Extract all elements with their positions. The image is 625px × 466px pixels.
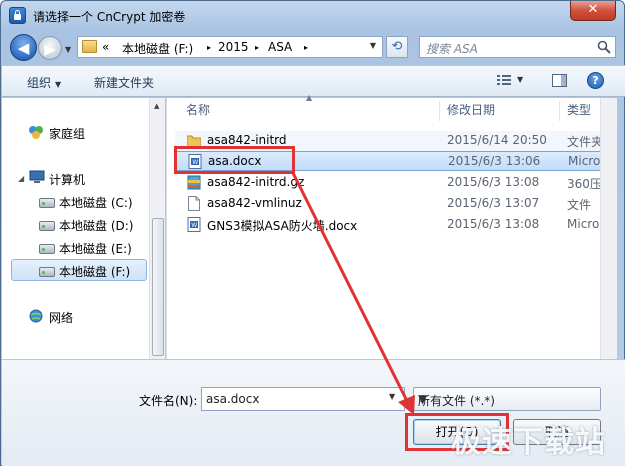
nav-item-drive-d[interactable]: 本地磁盘 (D:) [59,217,133,234]
back-arrow-icon: ◀ [17,39,30,57]
title-bar: 请选择一个 CnCrypt 加密卷 ✕ [1,1,624,31]
navigation-scrollbar[interactable]: ▲ [149,98,165,359]
view-dropdown-icon[interactable]: ▼ [517,75,523,84]
file-date: 2015/6/3 13:08 [447,175,540,189]
breadcrumb-drive-f[interactable]: 本地磁盘 (F:) [122,40,193,57]
column-header-type[interactable]: 类型 [567,101,591,118]
nav-item-computer[interactable]: 计算机 [49,171,85,188]
watermark: 极速下载站 [451,425,606,460]
command-toolbar: 组织 ▼ 新建文件夹 ▼ ? [2,65,625,97]
network-icon [29,309,43,323]
drive-d-icon [39,221,55,231]
drive-f-icon [39,267,55,277]
nav-item-drive-e[interactable]: 本地磁盘 (E:) [59,240,132,257]
breadcrumb-2015[interactable]: 2015 [218,40,249,54]
file-open-dialog: 请选择一个 CnCrypt 加密卷 ✕ ◀ ▶ ▼ « 本地磁盘 (F:) ▸ … [0,0,625,466]
nav-item-drive-f[interactable]: 本地磁盘 (F:) [59,263,130,280]
view-options-icon[interactable] [497,74,511,87]
column-divider[interactable] [439,101,440,121]
close-button[interactable]: ✕ [570,1,616,21]
file-list-scrollbar[interactable] [600,98,617,359]
computer-icon [29,170,45,183]
chevron-down-icon: ▼ [55,80,62,89]
nav-item-homegroup[interactable]: 家庭组 [49,125,85,142]
preview-pane-icon[interactable] [552,74,567,87]
address-bar[interactable]: « 本地磁盘 (F:) ▸ 2015 ▸ ASA ▸ ▼ [77,36,383,58]
history-dropdown-icon[interactable]: ▼ [65,45,71,54]
back-button[interactable]: ◀ [10,34,37,61]
file-name: asa842-vmlinuz [207,196,302,210]
word-document-icon: W [187,217,201,232]
breadcrumb-separator-icon[interactable]: ▸ [255,43,259,52]
scroll-up-icon[interactable]: ▲ [154,102,159,110]
folder-icon [82,40,97,53]
file-row-asa842-initrd-gz[interactable]: asa842-initrd.gz 2015/6/3 13:08 360压缩 [175,173,615,193]
file-date: 2015/6/3 13:08 [447,217,540,231]
column-header-date[interactable]: 修改日期 [447,101,495,118]
annotation-highlight-file [174,146,295,174]
svg-text:W: W [191,222,197,229]
file-date: 2015/6/3 13:06 [448,154,541,168]
refresh-button[interactable]: ⟲ [386,36,408,58]
file-name: asa842-initrd [207,133,287,147]
breadcrumb-separator-icon[interactable]: ▸ [304,43,308,52]
breadcrumb-overflow[interactable]: « [102,40,109,54]
drive-e-icon [39,244,55,254]
search-placeholder: 搜索 ASA [426,42,478,56]
chevron-down-icon: ▼ [418,392,428,406]
file-type-filter-select[interactable]: 所有文件 (*.*) ▼ [413,387,601,411]
filename-value: asa.docx [206,392,260,406]
breadcrumb-asa[interactable]: ASA [268,40,292,54]
file-icon [188,196,200,211]
search-box[interactable]: 搜索 ASA [419,36,616,58]
organize-menu[interactable]: 组织 ▼ [27,74,61,91]
filename-input[interactable]: asa.docx [201,387,405,411]
file-date: 2015/6/14 20:50 [447,133,547,147]
nav-item-network[interactable]: 网络 [49,309,73,326]
homegroup-icon [29,126,43,139]
address-dropdown-icon[interactable]: ▼ [370,41,376,50]
archive-icon [187,175,201,190]
nav-item-drive-c[interactable]: 本地磁盘 (C:) [59,194,133,211]
file-name: GNS3模拟ASA防火墙.docx [207,219,358,233]
column-divider[interactable] [559,101,560,121]
file-row-asa842-vmlinuz[interactable]: asa842-vmlinuz 2015/6/3 13:07 文件 [175,194,615,214]
filename-dropdown-icon[interactable]: ▼ [389,392,395,401]
window-title: 请选择一个 CnCrypt 加密卷 [33,10,186,24]
sort-ascending-icon: ▲ [306,93,313,102]
file-row-gns3-docx[interactable]: W GNS3模拟ASA防火墙.docx 2015/6/3 13:08 Micro… [175,215,615,235]
breadcrumb-separator-icon[interactable]: ▸ [207,43,211,52]
organize-label: 组织 [27,76,52,90]
forward-button[interactable]: ▶ [38,36,62,60]
search-icon[interactable] [597,40,611,54]
expand-arrow-icon[interactable]: ◢ [18,174,24,183]
file-name: asa842-initrd.gz [207,175,305,189]
refresh-icon: ⟲ [391,39,403,54]
lock-app-icon [9,7,26,24]
filename-label: 文件名(N): [139,394,198,408]
column-header-name[interactable]: 名称 [186,101,210,118]
scrollbar-thumb[interactable] [152,218,164,356]
help-icon[interactable]: ? [587,72,604,89]
forward-arrow-icon: ▶ [44,40,56,58]
file-date: 2015/6/3 13:07 [447,196,540,210]
drive-c-icon [39,198,55,208]
new-folder-button[interactable]: 新建文件夹 [94,74,154,91]
